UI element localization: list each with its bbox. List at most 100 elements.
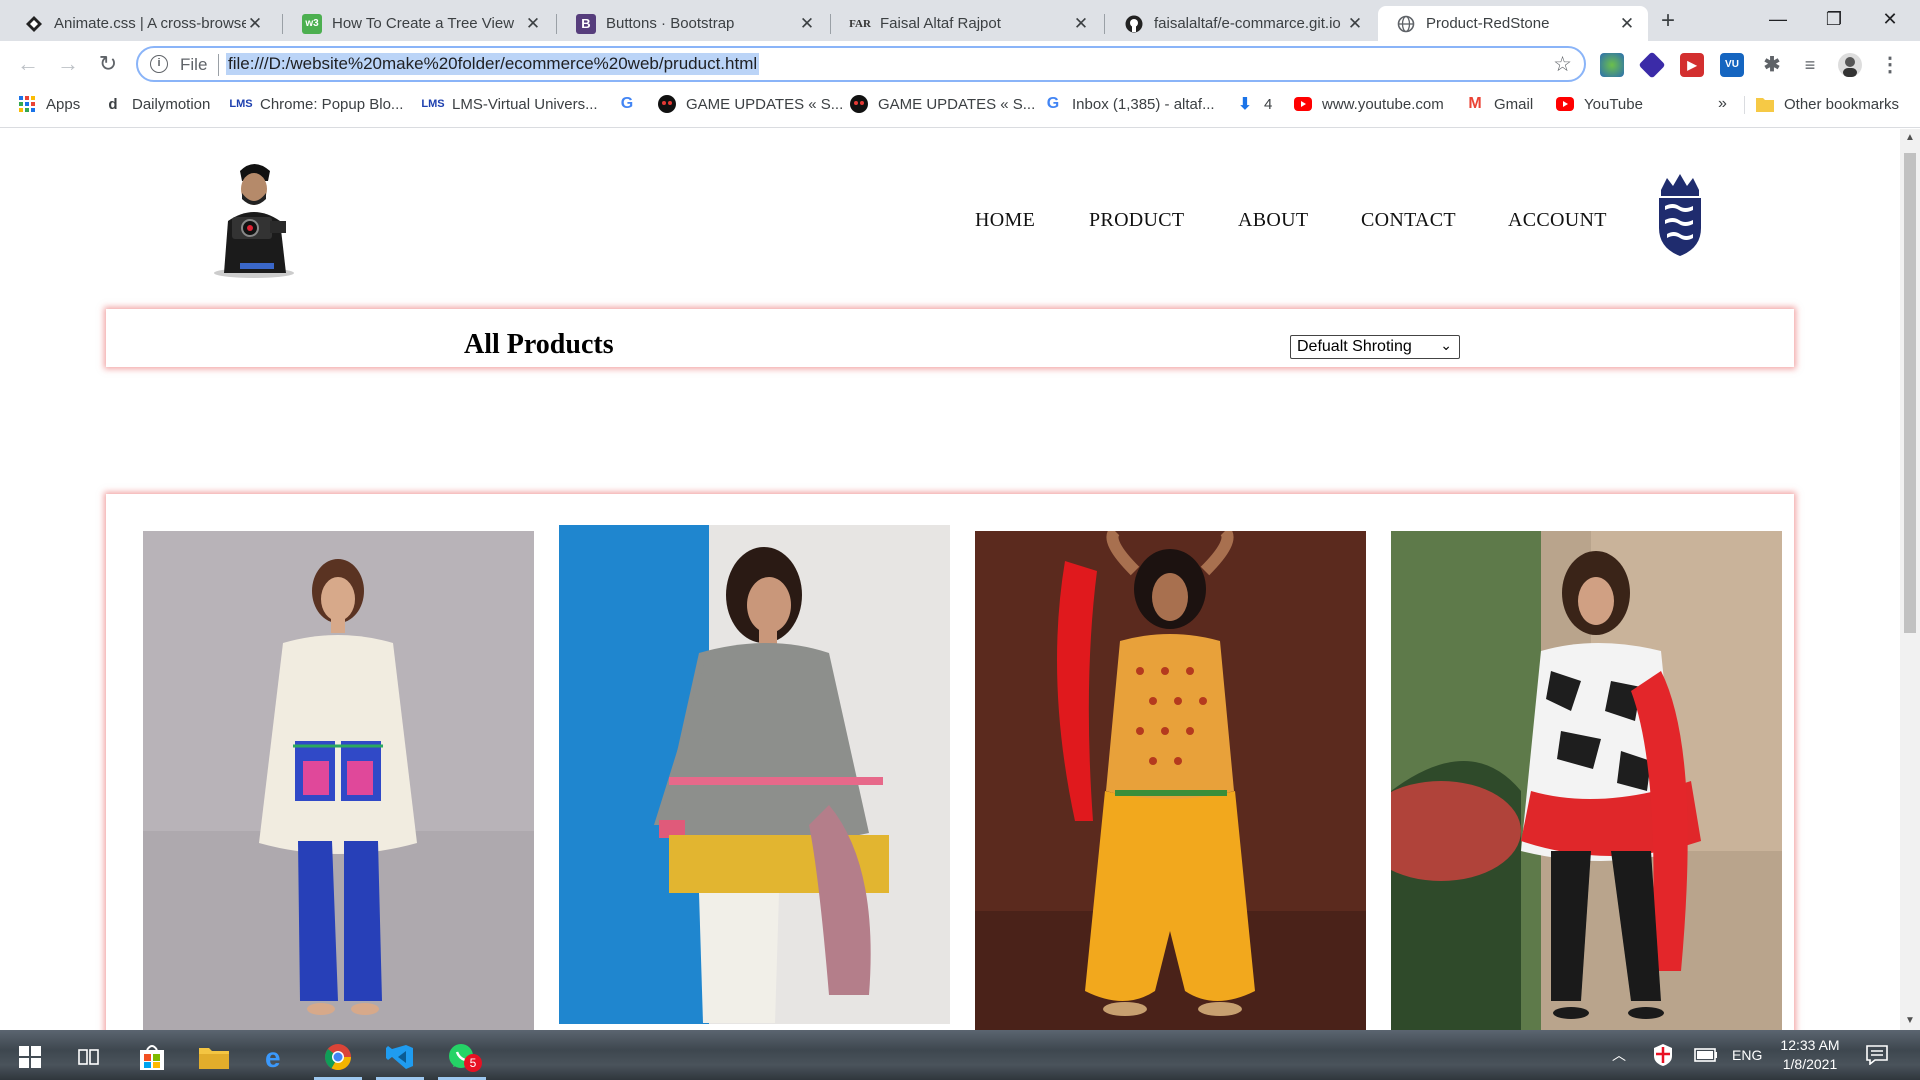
close-icon[interactable]: ✕ (1618, 14, 1636, 34)
lms-icon: LMS (229, 98, 253, 110)
nav-about[interactable]: ABOUT (1238, 209, 1308, 232)
bookmarks-overflow-button[interactable]: » (1718, 88, 1727, 120)
tab-separator (830, 14, 831, 34)
whatsapp-app[interactable]: 5 (434, 1034, 490, 1080)
crest-icon[interactable] (1655, 174, 1705, 256)
bookmark-gmail[interactable]: M Gmail (1466, 88, 1533, 120)
youtube-icon (1294, 95, 1312, 113)
vu-extension-icon[interactable]: VU (1720, 53, 1744, 77)
google-icon: G (1046, 95, 1060, 112)
other-bookmarks[interactable]: Other bookmarks (1756, 88, 1899, 120)
page-scrollbar[interactable]: ▲ ▼ (1900, 129, 1920, 1030)
globe-extension-icon[interactable] (1600, 53, 1624, 77)
tab-title: Faisal Altaf Rajpot (880, 15, 1001, 32)
start-button[interactable] (2, 1034, 58, 1080)
tab-animate[interactable]: Animate.css | A cross-browse ✕ (6, 6, 276, 41)
github-icon (1124, 14, 1144, 34)
scroll-thumb[interactable] (1904, 153, 1916, 633)
task-view-button[interactable] (62, 1034, 118, 1080)
puzzle-extensions-icon[interactable]: ✱ (1760, 53, 1784, 77)
diamond-extension-icon[interactable] (1638, 51, 1666, 79)
globe-icon (1396, 14, 1416, 34)
bookmark-inbox[interactable]: G Inbox (1,385) - altaf... (1044, 88, 1215, 120)
product-card[interactable] (559, 525, 950, 1024)
close-icon[interactable]: ✕ (1072, 14, 1090, 34)
gmail-icon: M (1468, 95, 1482, 112)
bookmark-label: Apps (46, 95, 81, 113)
address-bar[interactable]: i File file:///D:/website%20make%20folde… (136, 46, 1586, 82)
nav-product[interactable]: PRODUCT (1089, 209, 1184, 232)
bootstrap-icon: B (576, 13, 596, 34)
bookmark-game-1[interactable]: GAME UPDATES « S... (658, 88, 843, 120)
tray-chevron-icon[interactable]: ︿ (1612, 1030, 1626, 1080)
menu-kebab-icon[interactable]: ⋮ (1878, 53, 1902, 77)
bookmark-youtube-url[interactable]: www.youtube.com (1294, 88, 1444, 120)
clock-time: 12:33 AM (1780, 1037, 1840, 1053)
product-card[interactable] (143, 531, 534, 1030)
bookmark-label: LMS-Virtual Univers... (452, 95, 598, 113)
url-text[interactable]: file:///D:/website%20make%20folder/ecomm… (226, 53, 760, 75)
back-button[interactable]: ← (14, 51, 42, 79)
bookmark-popup[interactable]: LMS Chrome: Popup Blo... (229, 88, 404, 120)
clock-date: 1/8/2021 (1782, 1056, 1838, 1072)
nav-account[interactable]: ACCOUNT (1508, 209, 1607, 232)
vscode-app[interactable] (372, 1034, 428, 1080)
close-window-button[interactable]: ✕ (1862, 0, 1918, 40)
profile-avatar[interactable] (1838, 53, 1862, 77)
file-explorer-app[interactable] (186, 1034, 242, 1080)
bookmark-game-2[interactable]: GAME UPDATES « S... (850, 88, 1035, 120)
bookmark-apps[interactable]: Apps (18, 88, 80, 120)
product-card[interactable] (1391, 531, 1782, 1030)
lms-icon: LMS (421, 98, 445, 110)
product-image (1391, 531, 1782, 1030)
bookmark-google[interactable]: G (618, 88, 646, 120)
reload-button[interactable]: ↻ (94, 51, 122, 79)
tab-github[interactable]: faisalaltaf/e-commarce.git.io ✕ (1106, 6, 1376, 41)
product-image (975, 531, 1366, 1030)
system-clock[interactable]: 12:33 AM 1/8/2021 (1768, 1036, 1852, 1074)
bookmark-dailymotion[interactable]: d Dailymotion (104, 88, 210, 120)
close-icon[interactable]: ✕ (1346, 14, 1364, 34)
vscode-icon (386, 1045, 413, 1069)
bookmark-label: Chrome: Popup Blo... (260, 95, 404, 113)
sort-select[interactable]: Defualt Shroting ⌄ (1290, 335, 1460, 359)
product-card[interactable] (975, 531, 1366, 1030)
tab-title: How To Create a Tree View (332, 15, 515, 32)
nav-home[interactable]: HOME (975, 209, 1035, 232)
notification-center-icon[interactable] (1866, 1030, 1888, 1080)
new-tab-button[interactable]: + (1654, 8, 1682, 36)
scroll-up-arrow-icon[interactable]: ▲ (1900, 129, 1920, 147)
minimize-button[interactable]: — (1750, 0, 1806, 40)
bookmark-downloads[interactable]: ⬇ 4 (1236, 88, 1272, 120)
forward-button[interactable]: → (54, 51, 82, 79)
scroll-down-arrow-icon[interactable]: ▼ (1900, 1012, 1920, 1030)
chrome-app[interactable] (310, 1034, 366, 1080)
bookmark-youtube[interactable]: YouTube (1556, 88, 1643, 120)
restore-button[interactable]: ❐ (1806, 0, 1862, 40)
video-extension-icon[interactable]: ▶ (1680, 53, 1704, 77)
bookmark-star-icon[interactable]: ☆ (1553, 52, 1572, 77)
media-control-icon[interactable]: ≡ (1798, 53, 1822, 77)
edge-icon: e (265, 1043, 281, 1071)
tab-product-redstone[interactable]: Product-RedStone ✕ (1378, 6, 1648, 41)
tab-faisal[interactable]: FAR Faisal Altaf Rajpot ✕ (832, 6, 1102, 41)
close-icon[interactable]: ✕ (246, 14, 264, 34)
w3schools-icon: w3 (302, 13, 322, 34)
security-shield-icon[interactable] (1652, 1030, 1674, 1080)
close-icon[interactable]: ✕ (798, 14, 816, 34)
url-scheme: File (180, 55, 208, 74)
download-icon: ⬇ (1238, 96, 1252, 113)
battery-icon[interactable] (1694, 1030, 1718, 1080)
chevron-down-icon: ⌄ (1440, 337, 1452, 353)
bookmark-lms[interactable]: LMS LMS-Virtual Univers... (421, 88, 598, 120)
close-icon[interactable]: ✕ (524, 14, 542, 34)
nav-contact[interactable]: CONTACT (1361, 209, 1456, 232)
language-indicator[interactable]: ENG (1732, 1030, 1762, 1080)
info-icon[interactable]: i (150, 55, 168, 73)
tab-bootstrap[interactable]: B Buttons · Bootstrap ✕ (558, 6, 828, 41)
apps-grid-icon (18, 95, 36, 113)
site-logo[interactable] (204, 159, 300, 279)
store-app[interactable] (124, 1034, 180, 1080)
edge-app[interactable]: e (248, 1034, 304, 1080)
tab-tree-view[interactable]: w3 How To Create a Tree View ✕ (284, 6, 554, 41)
